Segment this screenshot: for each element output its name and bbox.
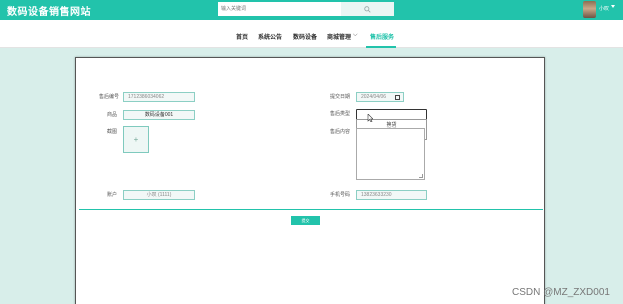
avatar[interactable] <box>583 1 596 18</box>
mouse-pointer-icon <box>367 114 373 122</box>
after-sales-form: 售后编号 1712386034062 提交日期 2024/04/06 商品 数码… <box>75 57 545 304</box>
search-input[interactable] <box>218 2 341 16</box>
nav-after-sales[interactable]: 售后服务 <box>370 32 394 41</box>
nav-mall-management[interactable]: 商城管理 <box>327 32 351 41</box>
search-icon <box>364 5 371 13</box>
type-label: 售后类型 <box>330 111 351 117</box>
watermark: CSDN @MZ_ZXD001 <box>512 287 610 298</box>
nav-announcements[interactable]: 系统公告 <box>258 32 282 41</box>
account-field[interactable]: 小叹 (1111) <box>123 190 195 200</box>
user-name[interactable]: 小叹 <box>599 5 609 12</box>
nav-home[interactable]: 首页 <box>236 32 248 41</box>
order-no-field[interactable]: 1712386034062 <box>123 92 195 102</box>
plus-icon: + <box>133 135 139 144</box>
chevron-down-icon[interactable]: ⌵ <box>353 32 358 39</box>
form-divider <box>79 209 543 210</box>
nav-digital-devices[interactable]: 数码设备 <box>293 32 317 41</box>
phone-field[interactable]: 13823633230 <box>356 190 427 200</box>
upload-button[interactable]: + <box>123 126 149 153</box>
date-value: 2024/04/06 <box>361 94 387 100</box>
product-label: 商品 <box>107 112 118 118</box>
phone-label: 手机号码 <box>330 192 351 198</box>
site-title[interactable]: 数码设备销售网站 <box>7 3 91 18</box>
date-field[interactable]: 2024/04/06 <box>356 92 404 102</box>
date-label: 提交日期 <box>330 94 351 100</box>
top-bar: 数码设备销售网站 小叹 <box>0 0 623 20</box>
chevron-down-icon[interactable] <box>611 5 615 8</box>
content-label: 售后内容 <box>330 129 351 135</box>
product-field[interactable]: 数码设备001 <box>123 110 195 120</box>
main-nav: 首页 系统公告 数码设备 商城管理 ⌵ 售后服务 <box>0 20 623 48</box>
image-label: 截图 <box>107 129 118 135</box>
calendar-icon[interactable] <box>395 95 400 100</box>
submit-button[interactable]: 提交 <box>291 216 320 225</box>
resize-handle-icon[interactable] <box>419 174 423 178</box>
search-bar <box>218 2 394 16</box>
account-label: 账户 <box>107 192 118 198</box>
active-tab-indicator <box>366 46 396 48</box>
content-textarea[interactable] <box>356 128 425 180</box>
search-button[interactable] <box>341 2 394 16</box>
order-no-label: 售后编号 <box>99 94 120 100</box>
